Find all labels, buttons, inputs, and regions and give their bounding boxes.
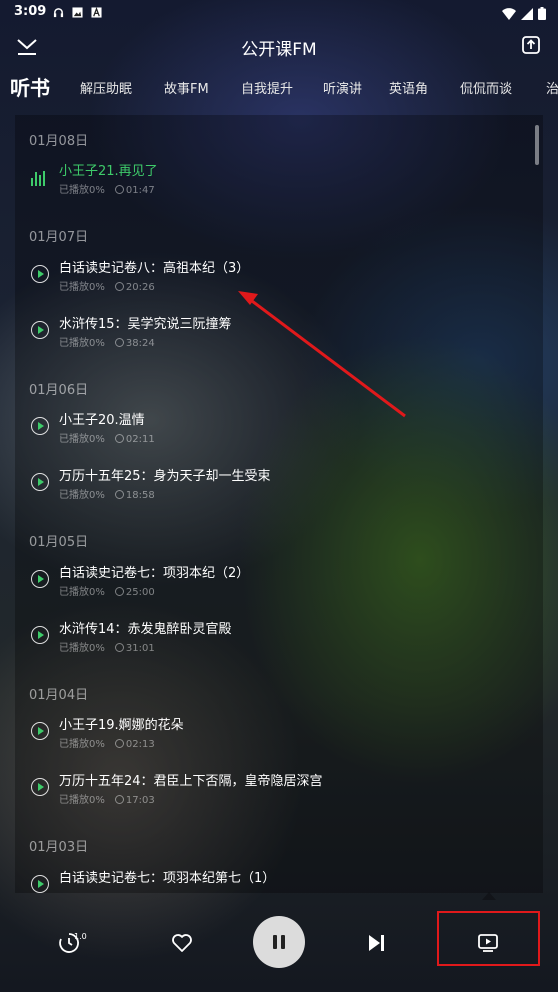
annotation-highlight-box <box>437 911 540 966</box>
list-item[interactable]: 小王子20.温情 已播放0% 02:11 <box>15 406 515 456</box>
play-circle-icon[interactable] <box>31 778 49 796</box>
favorite-button[interactable] <box>170 931 194 955</box>
item-title: 白话读史记卷七：项羽本纪（2） <box>59 566 250 581</box>
panel-pointer <box>482 892 496 900</box>
list-item[interactable]: 万历十五年25：身为天子却一生受束 已播放0% 18:58 <box>15 462 515 512</box>
next-button[interactable] <box>364 931 388 955</box>
list-item[interactable]: 白话读史记卷七：项羽本纪第七（1） <box>15 864 515 893</box>
tab-story-fm[interactable]: 故事FM <box>164 78 209 97</box>
skip-next-icon <box>369 935 384 951</box>
share-button[interactable] <box>520 34 542 56</box>
item-meta: 已播放0% 01:47 <box>59 185 155 196</box>
item-title: 水浒传14：赤发鬼醉卧灵官殿 <box>59 622 232 637</box>
list-item[interactable]: 小王子19.婀娜的花朵 已播放0% 02:13 <box>15 711 515 761</box>
item-title: 白话读史记卷八：高祖本纪（3） <box>59 261 250 276</box>
battery-icon <box>538 5 546 24</box>
clock-icon <box>114 739 124 748</box>
playlist-panel[interactable]: 01月08日 小王子21.再见了 已播放0% 01:47 01月07日 白话读史记… <box>15 115 543 893</box>
play-circle-icon[interactable] <box>31 321 49 339</box>
clock-icon <box>114 434 124 443</box>
clock-icon <box>114 795 124 804</box>
date-header: 01月05日 <box>29 535 89 550</box>
date-header: 01月08日 <box>29 134 89 149</box>
play-circle-icon[interactable] <box>31 722 49 740</box>
date-header: 01月04日 <box>29 688 89 703</box>
item-title: 小王子21.再见了 <box>59 164 158 179</box>
play-circle-icon[interactable] <box>31 417 49 435</box>
item-meta: 已播放0% 02:11 <box>59 434 155 445</box>
headset-icon <box>52 6 64 18</box>
signal-icon <box>521 5 533 24</box>
image-icon <box>71 6 83 18</box>
tab-listen-book[interactable]: 听书 <box>10 72 50 101</box>
tab-english[interactable]: 英语角 <box>389 78 428 97</box>
scrollbar[interactable] <box>535 125 539 165</box>
clock-icon <box>114 587 124 596</box>
tab-relax-sleep[interactable]: 解压助眠 <box>80 78 132 97</box>
play-circle-icon[interactable] <box>31 570 49 588</box>
tab-more[interactable]: 治 <box>546 78 558 97</box>
play-circle-icon[interactable] <box>31 875 49 893</box>
clock-icon <box>114 338 124 347</box>
item-meta: 已播放0% 25:00 <box>59 587 155 598</box>
speed-label: 1.0 <box>74 932 87 941</box>
wifi-icon <box>502 5 516 24</box>
item-title: 白话读史记卷七：项羽本纪第七（1） <box>59 871 276 886</box>
item-title: 小王子19.婀娜的花朵 <box>59 718 184 733</box>
clock-icon <box>114 490 124 499</box>
status-bar: 3:09 <box>0 0 558 24</box>
play-circle-icon[interactable] <box>31 473 49 491</box>
date-header: 01月03日 <box>29 840 89 855</box>
item-title: 万历十五年24：君臣上下否隔，皇帝隐居深宫 <box>59 774 323 789</box>
clock-icon <box>114 185 124 194</box>
now-playing-icon <box>31 170 47 186</box>
list-item[interactable]: 水浒传14：赤发鬼醉卧灵官殿 已播放0% 31:01 <box>15 615 515 665</box>
clock-icon <box>114 643 124 652</box>
list-item[interactable]: 万历十五年24：君臣上下否隔，皇帝隐居深宫 已播放0% 17:03 <box>15 767 515 817</box>
item-title: 水浒传15：吴学究说三阮撞筹 <box>59 317 232 332</box>
top-bar: 公开课FM <box>0 24 558 68</box>
pause-icon <box>273 935 285 949</box>
app-a-icon <box>90 6 102 18</box>
share-icon <box>522 36 540 54</box>
item-meta: 已播放0% 20:26 <box>59 282 155 293</box>
item-title: 万历十五年25：身为天子却一生受束 <box>59 469 271 484</box>
list-item[interactable]: 小王子21.再见了 已播放0% 01:47 <box>15 157 515 207</box>
item-meta: 已播放0% 38:24 <box>59 338 155 349</box>
list-item[interactable]: 白话读史记卷八：高祖本纪（3） 已播放0% 20:26 <box>15 254 515 304</box>
date-header: 01月07日 <box>29 230 89 245</box>
tab-speech[interactable]: 听演讲 <box>323 78 362 97</box>
item-title: 小王子20.温情 <box>59 413 145 428</box>
item-meta: 已播放0% 18:58 <box>59 490 155 501</box>
page-title: 公开课FM <box>241 40 317 60</box>
heart-icon <box>172 934 192 952</box>
play-circle-icon[interactable] <box>31 265 49 283</box>
category-tabs: 听书 解压助眠 故事FM 自我提升 听演讲 英语角 侃侃而谈 治 <box>0 70 558 106</box>
tab-self-improve[interactable]: 自我提升 <box>241 78 293 97</box>
clock-icon <box>114 282 124 291</box>
date-header: 01月06日 <box>29 383 89 398</box>
list-item[interactable]: 水浒传15：吴学究说三阮撞筹 已播放0% 38:24 <box>15 310 515 360</box>
item-meta: 已播放0% 02:13 <box>59 739 155 750</box>
status-time: 3:09 <box>14 4 47 19</box>
list-item[interactable]: 白话读史记卷七：项羽本纪（2） 已播放0% 25:00 <box>15 559 515 609</box>
play-circle-icon[interactable] <box>31 626 49 644</box>
item-meta: 已播放0% 17:03 <box>59 795 155 806</box>
pause-button[interactable] <box>253 916 305 968</box>
item-meta: 已播放0% 31:01 <box>59 643 155 654</box>
tab-chat[interactable]: 侃侃而谈 <box>460 78 512 97</box>
